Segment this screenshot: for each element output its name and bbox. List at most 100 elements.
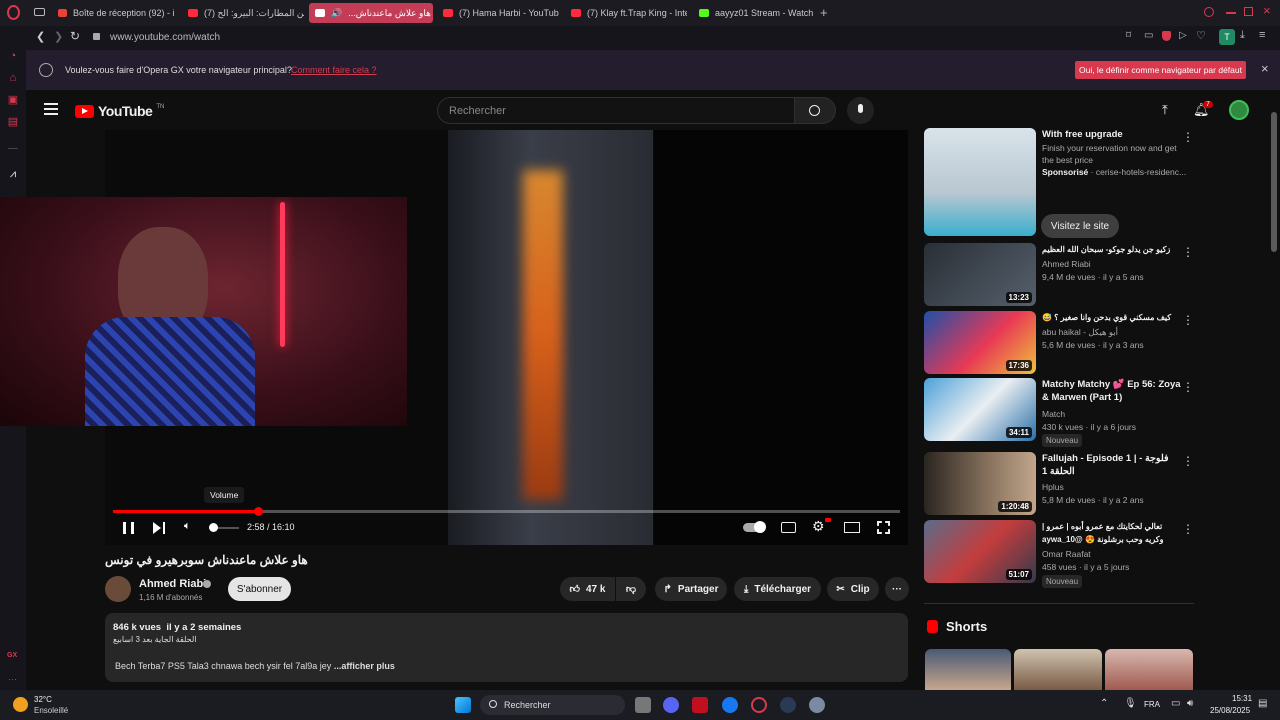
tabs-menu-icon[interactable] [34,8,45,16]
voice-search-button[interactable] [847,97,874,124]
adblock-icon[interactable] [1162,31,1171,41]
download-icon[interactable]: ⤓ [1240,29,1245,42]
shopping-icon[interactable]: ⌂ [7,72,19,84]
maximize-icon[interactable] [1244,7,1253,16]
set-default-button[interactable]: Oui, le définir comme navigateur par déf… [1075,61,1246,79]
short-thumbnail[interactable] [1105,649,1193,690]
search-input[interactable]: Rechercher [437,97,795,124]
taskbar-search[interactable]: Rechercher [480,695,625,715]
fullscreen-icon[interactable] [877,521,890,534]
pause-button[interactable] [123,522,134,534]
close-window-icon[interactable]: × [1263,3,1271,18]
tray-chevron-icon[interactable]: ⌃ [1100,698,1108,709]
download-button[interactable]: ⤓ Télécharger [734,577,821,601]
channel-avatar[interactable] [105,576,131,602]
rec-item[interactable]: 34:11 Matchy Matchy 💕 Ep 56: Zoya & Marw… [924,378,1194,453]
short-thumbnail[interactable] [1014,649,1102,690]
ad-title[interactable]: With free upgrade [1042,128,1182,141]
next-button[interactable] [153,522,165,534]
description-box[interactable]: 846 k vues il y a 2 semaines الحلقة الجا… [105,613,908,682]
clock-date[interactable]: 25/08/2025 [1210,706,1250,715]
opera-gx-taskbar-icon[interactable] [751,697,767,713]
minimize-icon[interactable] [1226,12,1236,14]
rec-more-icon[interactable]: ⋮ [1182,313,1194,327]
clock-time[interactable]: 15:31 [1232,694,1252,703]
rec-item[interactable]: 1:20:48 Fallujah - Episode 1 | فلوجة - ا… [924,452,1194,517]
settings-taskbar-icon[interactable] [809,697,825,713]
twitch-icon[interactable]: ▣ [7,94,19,106]
menu-icon[interactable]: ≡ [1259,29,1265,41]
mute-button[interactable]: 🔈︎ [184,520,191,533]
volume-tray-icon[interactable]: 🔊︎ [1187,698,1193,709]
autoplay-toggle[interactable] [743,521,766,533]
tab-active-video[interactable]: 🔊(7) هاو علاش ماعندناش... [309,3,433,23]
subtitles-icon[interactable] [781,522,796,533]
settings-icon[interactable]: ⚙ [812,518,825,535]
youtube-logo[interactable]: YouTube TN [75,103,164,119]
like-button[interactable]: 👍︎ 47 k [560,577,615,601]
reload-icon[interactable]: ↻ [70,29,80,43]
tab-gmail[interactable]: Boîte de réception (92) - i [52,3,174,23]
gx-control-icon[interactable]: ◔ [7,50,19,62]
rec-more-icon[interactable]: ⋮ [1182,245,1194,259]
task-view-icon[interactable] [635,697,651,713]
profile-avatar[interactable]: T [1219,29,1235,45]
app-red-icon[interactable] [692,697,708,713]
start-icon[interactable] [455,697,471,713]
bookmark-icon[interactable]: ⌑ [1126,30,1131,41]
weather-condition[interactable]: Ensoleillé [34,706,68,715]
rec-more-icon[interactable]: ⋮ [1182,522,1194,536]
tab-klay[interactable]: (7) Klay ft.Trap King - Inte [565,3,687,23]
ad-visit-button[interactable]: Visitez le site [1041,214,1119,238]
rec-thumbnail[interactable]: 13:23 [924,243,1036,306]
rec-thumbnail[interactable]: 51:07 [924,520,1036,583]
rec-item[interactable]: 17:36 كيف مسكني قوي بدحن وانا صغير ؟ 😅 a… [924,311,1194,376]
language-indicator[interactable]: FRA [1144,700,1160,709]
search-button[interactable] [795,97,836,124]
mic-tray-icon[interactable]: 🎙︎ [1124,698,1137,709]
gx-label[interactable]: GX [7,652,17,659]
tab-hama-harbi[interactable]: (7) Hama Harbi - YouTube [437,3,559,23]
share-button[interactable]: ↱ Partager [655,577,727,601]
vpn-icon[interactable]: ▭ [1144,30,1153,41]
messenger-icon[interactable]: ▤ [7,116,19,128]
show-more-link[interactable]: ...afficher plus [334,661,395,671]
forward-icon[interactable]: ❯ [54,30,63,43]
rec-item[interactable]: 13:23 زكيو جن يدلو جوكو- سبحان الله العظ… [924,243,1194,308]
steam-icon[interactable] [780,697,796,713]
new-tab-button[interactable]: + [820,5,828,20]
notification-center-icon[interactable]: ▤ [1258,698,1267,709]
url-field[interactable]: www.youtube.com/watch [110,32,220,43]
more-icon[interactable]: ··· [8,674,17,684]
more-actions-button[interactable]: ··· [885,577,909,601]
rec-thumbnail[interactable]: 17:36 [924,311,1036,374]
weather-icon[interactable] [13,697,28,712]
account-avatar[interactable] [1229,100,1249,120]
tab-video-2[interactable]: (7) أبن المطارات: البيرو: الح [182,3,304,23]
opera-logo-icon[interactable] [7,5,20,20]
search-tabs-icon[interactable] [1204,7,1214,17]
rec-thumbnail[interactable]: 1:20:48 [924,452,1036,515]
rec-item[interactable]: 51:07 تعالي لحكايتك مع عمرو أبوه | عمرو … [924,520,1194,590]
rec-more-icon[interactable]: ⋮ [1182,380,1194,394]
back-icon[interactable]: ❮ [36,30,45,43]
infobar-link[interactable]: Comment faire cela ? [291,65,377,75]
speaker-icon[interactable]: 🔊 [331,8,342,19]
tab-kick-stream[interactable]: aayyz01 Stream - Watch l [693,3,815,23]
dislike-button[interactable]: 👎︎ [616,577,646,601]
ad-card[interactable]: With free upgrade Finish your reservatio… [924,128,1194,240]
theater-mode-icon[interactable] [844,522,860,533]
upload-icon[interactable]: ⤒ [1162,102,1168,118]
clip-button[interactable]: ✂ Clip [827,577,879,601]
discord-icon[interactable] [663,697,679,713]
facebook-icon[interactable] [722,697,738,713]
rocket-icon[interactable]: ⩘ [7,168,19,180]
network-icon[interactable]: ▭ [1171,698,1180,709]
infobar-close-icon[interactable]: × [1261,61,1269,76]
ad-thumbnail[interactable] [924,128,1036,236]
short-thumbnail[interactable] [925,649,1011,690]
rec-more-icon[interactable]: ⋮ [1182,454,1194,468]
rec-thumbnail[interactable]: 34:11 [924,378,1036,441]
channel-name[interactable]: Ahmed Riabi [139,578,206,590]
weather-temp[interactable]: 32°C [34,695,52,704]
